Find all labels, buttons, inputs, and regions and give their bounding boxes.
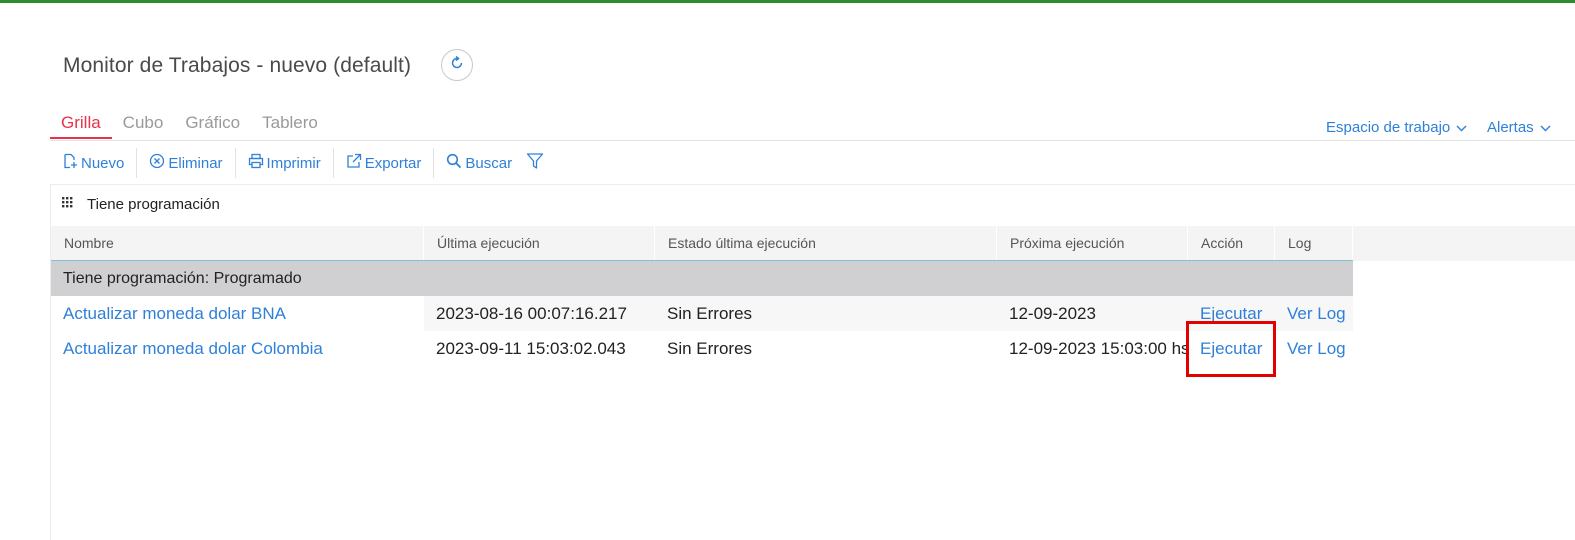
search-button[interactable]: Buscar	[434, 148, 524, 178]
filter-icon	[526, 152, 544, 175]
chevron-down-icon	[1534, 119, 1551, 136]
alerts-menu-label: Alertas	[1487, 119, 1534, 136]
alerts-menu[interactable]: Alertas	[1487, 119, 1551, 136]
last-run-cell: 2023-08-16 00:07:16.217	[436, 304, 627, 323]
column-header-nombre[interactable]: Nombre	[51, 226, 424, 260]
workspace-menu[interactable]: Espacio de trabajo	[1326, 119, 1467, 136]
table-row: Actualizar moneda dolar Colombia 2023-09…	[51, 331, 1353, 366]
view-log-link[interactable]: Ver Log	[1275, 296, 1353, 331]
search-icon	[446, 153, 465, 173]
new-button-label: Nuevo	[81, 154, 125, 172]
grouping-label: Tiene programación	[87, 195, 220, 213]
table-row: Actualizar moneda dolar BNA 2023-08-16 0…	[51, 296, 1353, 331]
grid-dots-icon	[62, 195, 74, 213]
filter-button[interactable]	[524, 148, 546, 178]
tab-tablero[interactable]: Tablero	[251, 110, 329, 139]
chevron-down-icon	[1450, 119, 1467, 136]
print-button-label: Imprimir	[266, 154, 321, 172]
print-button[interactable]: Imprimir	[236, 148, 334, 178]
job-name-link[interactable]: Actualizar moneda dolar Colombia	[51, 331, 424, 366]
column-header-ultima-ejecucion[interactable]: Última ejecución	[424, 226, 655, 260]
new-document-icon	[62, 153, 81, 173]
job-name-link[interactable]: Actualizar moneda dolar BNA	[51, 296, 424, 331]
next-run-cell: 12-09-2023	[1009, 304, 1096, 323]
execute-link[interactable]: Ejecutar	[1188, 331, 1275, 366]
refresh-icon	[450, 55, 464, 75]
export-button[interactable]: Exportar	[334, 148, 435, 178]
workspace-menu-label: Espacio de trabajo	[1326, 119, 1451, 136]
column-header-estado[interactable]: Estado última ejecución	[655, 226, 997, 260]
tab-cubo[interactable]: Cubo	[112, 110, 175, 139]
printer-icon	[248, 153, 267, 173]
external-link-icon	[346, 153, 365, 173]
refresh-button[interactable]	[441, 49, 473, 81]
status-cell: Sin Errores	[667, 339, 753, 358]
top-accent-bar	[0, 0, 1575, 3]
search-button-label: Buscar	[465, 154, 513, 172]
tab-grafico[interactable]: Gráfico	[174, 110, 251, 139]
delete-button-label: Eliminar	[168, 154, 223, 172]
column-header-proxima-ejecucion[interactable]: Próxima ejecución	[997, 226, 1188, 260]
grid-header-row: Nombre Última ejecución Estado última ej…	[51, 226, 1353, 261]
tab-grilla[interactable]: Grilla	[50, 110, 112, 139]
view-tabs: Grilla Cubo Gráfico Tablero	[50, 110, 329, 141]
close-circle-icon	[149, 153, 168, 173]
delete-button[interactable]: Eliminar	[137, 148, 236, 178]
grouping-panel[interactable]: Tiene programación	[62, 195, 220, 213]
page-title: Monitor de Trabajos - nuevo (default)	[63, 54, 412, 77]
last-run-cell: 2023-09-11 15:03:02.043	[436, 339, 626, 358]
group-header-row[interactable]: Tiene programación: Programado	[51, 261, 1353, 296]
toolbar-divider	[50, 184, 1575, 185]
tabs-divider	[50, 140, 1575, 141]
next-run-cell: 12-09-2023 15:03:00 hs	[1009, 339, 1188, 358]
view-log-link[interactable]: Ver Log	[1275, 331, 1353, 366]
status-cell: Sin Errores	[667, 304, 753, 323]
column-header-accion[interactable]: Acción	[1188, 226, 1275, 260]
new-button[interactable]: Nuevo	[50, 148, 138, 178]
column-header-log[interactable]: Log	[1275, 226, 1353, 260]
toolbar: Nuevo Eliminar Imprimir Exportar Buscar	[50, 147, 546, 179]
export-button-label: Exportar	[364, 154, 422, 172]
execute-link[interactable]: Ejecutar	[1188, 296, 1275, 331]
